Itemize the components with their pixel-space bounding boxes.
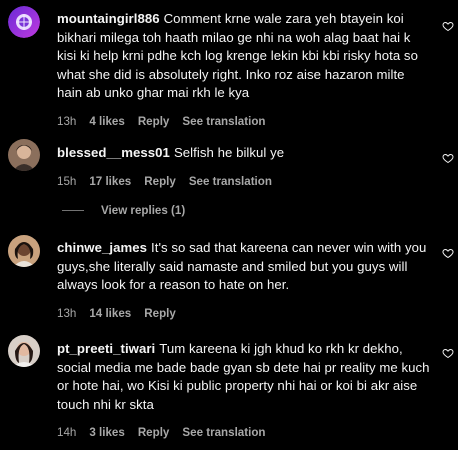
comment-text: chinwe_james It's so sad that kareena can… (57, 239, 432, 295)
see-translation-link[interactable]: See translation (182, 115, 265, 128)
view-replies-button[interactable]: View replies (1) (62, 202, 185, 218)
comments-feed: mountaingirl886 Comment krne wale zara ye… (0, 0, 458, 450)
see-translation-link[interactable]: See translation (189, 175, 272, 188)
see-translation-link[interactable]: See translation (182, 426, 265, 439)
comment-meta: 13h 14 likes Reply (57, 307, 432, 320)
reply-button[interactable]: Reply (138, 115, 170, 128)
comment-meta: 13h 4 likes Reply See translation (57, 115, 432, 128)
reply-button[interactable]: Reply (144, 175, 176, 188)
heart-outline-icon[interactable] (442, 152, 454, 164)
comment-username[interactable]: mountaingirl886 (57, 11, 160, 26)
comment-likes[interactable]: 3 likes (89, 426, 124, 439)
comment-body: blessed__mess01 Selfish he bilkul ye 15h … (57, 144, 432, 188)
comment-content: Selfish he bilkul ye (173, 145, 285, 160)
comment-text: mountaingirl886 Comment krne wale zara ye… (57, 10, 432, 103)
comment-body: pt_preeti_tiwari Tum kareena ki jgh khud … (57, 340, 432, 439)
comment-meta: 14h 3 likes Reply See translation (57, 426, 432, 439)
heart-outline-icon[interactable] (442, 247, 454, 259)
comment-time: 14h (57, 426, 77, 440)
comment-meta: 15h 17 likes Reply See translation (57, 175, 432, 188)
comment-likes[interactable]: 17 likes (89, 175, 131, 188)
comment-username[interactable]: pt_preeti_tiwari (57, 341, 155, 356)
comment-time: 13h (57, 114, 77, 128)
avatar[interactable] (8, 139, 40, 171)
comment-body: mountaingirl886 Comment krne wale zara ye… (57, 10, 432, 128)
comment-username[interactable]: blessed__mess01 (57, 145, 170, 160)
comment-likes[interactable]: 14 likes (89, 307, 131, 320)
heart-outline-icon[interactable] (442, 347, 454, 359)
comment-text: pt_preeti_tiwari Tum kareena ki jgh khud … (57, 340, 432, 414)
comment-likes[interactable]: 4 likes (89, 115, 124, 128)
avatar[interactable] (8, 6, 40, 38)
comment-text: blessed__mess01 Selfish he bilkul ye (57, 144, 432, 163)
reply-button[interactable]: Reply (144, 307, 176, 320)
comment-time: 13h (57, 306, 77, 320)
comment-time: 15h (57, 174, 77, 188)
heart-outline-icon[interactable] (442, 20, 454, 32)
reply-button[interactable]: Reply (138, 426, 170, 439)
comment-username[interactable]: chinwe_james (57, 240, 147, 255)
comment-body: chinwe_james It's so sad that kareena can… (57, 239, 432, 320)
avatar[interactable] (8, 335, 40, 367)
view-replies-label[interactable]: View replies (1) (101, 204, 185, 217)
avatar[interactable] (8, 235, 40, 267)
replies-divider (62, 209, 84, 211)
